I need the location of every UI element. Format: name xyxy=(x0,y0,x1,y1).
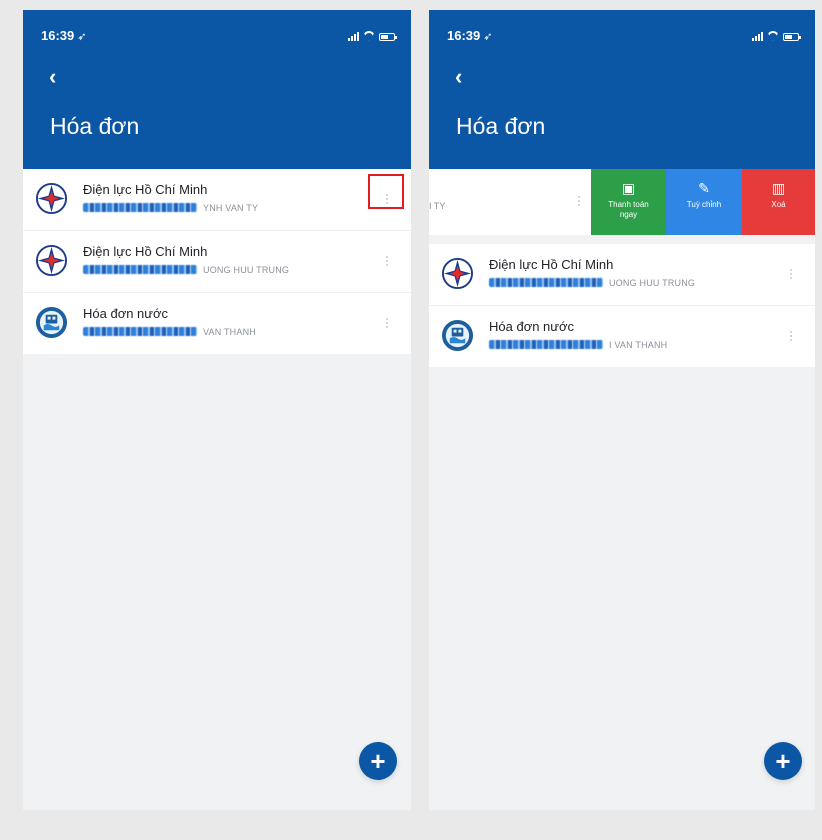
bill-row[interactable]: Điện lực Hồ Chí Minh YNH VAN TY xyxy=(23,169,411,231)
bill-meta: VAN THANH xyxy=(83,325,256,338)
status-time: 16:39 ➶ xyxy=(41,28,87,43)
bill-provider-name: Điện lực Hồ Chí Minh xyxy=(489,257,614,272)
bill-list: Điện lực Hồ Chí Minh UONG HUU TRUNG Hóa … xyxy=(429,244,815,367)
battery-icon xyxy=(379,33,397,41)
bill-meta: I VAN THANH xyxy=(489,338,667,351)
blurred-customer-code xyxy=(83,265,197,274)
delete-button[interactable]: ▥ Xoá xyxy=(742,169,815,235)
page-title: Hóa đơn xyxy=(50,113,140,139)
wifi-icon xyxy=(767,31,779,41)
bill-list: Điện lực Hồ Chí Minh YNH VAN TY Điện lực… xyxy=(23,169,411,354)
bill-owner-name: I VAN THANH xyxy=(609,339,668,350)
kebab-menu-icon[interactable] xyxy=(383,251,391,271)
trash-icon: ▥ xyxy=(771,180,786,196)
bill-owner-name: UONG HUU TRUNG xyxy=(609,277,696,288)
battery-icon xyxy=(783,33,801,41)
bill-owner-name: I TY xyxy=(429,201,446,211)
kebab-menu-icon[interactable] xyxy=(383,313,391,333)
highlight-box xyxy=(368,174,404,209)
customize-label: Tuỳ chỉnh xyxy=(686,200,722,209)
blurred-customer-code xyxy=(83,203,197,212)
app-header: 16:39 ➶ ‹ Hóa đơn xyxy=(429,10,815,169)
blurred-customer-code xyxy=(489,340,603,349)
kebab-menu-icon[interactable] xyxy=(787,326,795,346)
water-logo xyxy=(441,319,474,352)
bill-row[interactable]: Hóa đơn nước VAN THANH xyxy=(23,293,411,354)
customize-button[interactable]: ✎ Tuỳ chỉnh xyxy=(666,169,742,235)
phone-screen-left: 16:39 ➶ ‹ Hóa đơn Điện lực Hồ Chí Minh YN… xyxy=(23,10,411,810)
bill-meta: UONG HUU TRUNG xyxy=(83,263,289,276)
pay-now-button[interactable]: ▣ Thanh toán ngay xyxy=(591,169,666,235)
back-button[interactable]: ‹ xyxy=(49,66,56,88)
plus-icon: + xyxy=(775,746,791,776)
bill-row[interactable]: Điện lực Hồ Chí Minh UONG HUU TRUNG xyxy=(23,231,411,293)
location-arrow-icon: ➶ xyxy=(483,31,493,43)
bill-meta: UONG HUU TRUNG xyxy=(489,276,695,289)
bill-provider-name: Hóa đơn nước xyxy=(489,319,575,334)
bill-provider-name: Điện lực Hồ Chí Minh xyxy=(83,182,208,197)
bill-row[interactable]: Hóa đơn nước I VAN THANH xyxy=(429,306,815,367)
chevron-left-icon: ‹ xyxy=(49,64,57,89)
app-header: 16:39 ➶ ‹ Hóa đơn xyxy=(23,10,411,169)
wifi-icon xyxy=(363,31,375,41)
blurred-customer-code xyxy=(83,327,197,336)
electricity-logo xyxy=(35,182,68,215)
signal-icon xyxy=(752,31,763,41)
add-bill-button[interactable]: + xyxy=(359,742,397,780)
electricity-logo xyxy=(35,244,68,277)
kebab-menu-icon[interactable] xyxy=(787,264,795,284)
bill-owner-name: YNH VAN TY xyxy=(203,202,259,213)
signal-icon xyxy=(348,31,359,41)
plus-icon: + xyxy=(370,746,386,776)
back-button[interactable]: ‹ xyxy=(455,66,462,88)
phone-screen-right: 16:39 ➶ ‹ Hóa đơn I TY ▣ Thanh toán ngay … xyxy=(429,10,815,810)
status-icons xyxy=(348,29,397,41)
swipe-actions: ▣ Thanh toán ngay ✎ Tuỳ chỉnh ▥ Xoá xyxy=(591,169,815,235)
status-icons xyxy=(752,29,801,41)
chevron-left-icon: ‹ xyxy=(455,64,463,89)
location-arrow-icon: ➶ xyxy=(77,31,87,43)
bill-owner-name: VAN THANH xyxy=(203,326,256,337)
water-logo xyxy=(35,306,68,339)
bill-row[interactable]: Điện lực Hồ Chí Minh UONG HUU TRUNG xyxy=(429,244,815,306)
blurred-customer-code xyxy=(489,278,603,287)
swiped-bill-row[interactable]: I TY ▣ Thanh toán ngay ✎ Tuỳ chỉnh ▥ Xoá xyxy=(429,169,815,235)
electricity-logo xyxy=(441,257,474,290)
status-time: 16:39 ➶ xyxy=(447,28,493,43)
pay-now-label: Thanh toán ngay xyxy=(608,200,649,219)
add-bill-button[interactable]: + xyxy=(764,742,802,780)
pencil-icon: ✎ xyxy=(698,180,710,196)
kebab-menu-icon[interactable] xyxy=(575,191,583,211)
bill-meta: YNH VAN TY xyxy=(83,201,258,214)
page-title: Hóa đơn xyxy=(456,113,546,139)
bill-provider-name: Điện lực Hồ Chí Minh xyxy=(83,244,208,259)
bill-owner-name: UONG HUU TRUNG xyxy=(203,264,290,275)
bill-provider-name: Hóa đơn nước xyxy=(83,306,169,321)
delete-label: Xoá xyxy=(771,200,786,209)
wallet-icon: ▣ xyxy=(621,180,636,196)
